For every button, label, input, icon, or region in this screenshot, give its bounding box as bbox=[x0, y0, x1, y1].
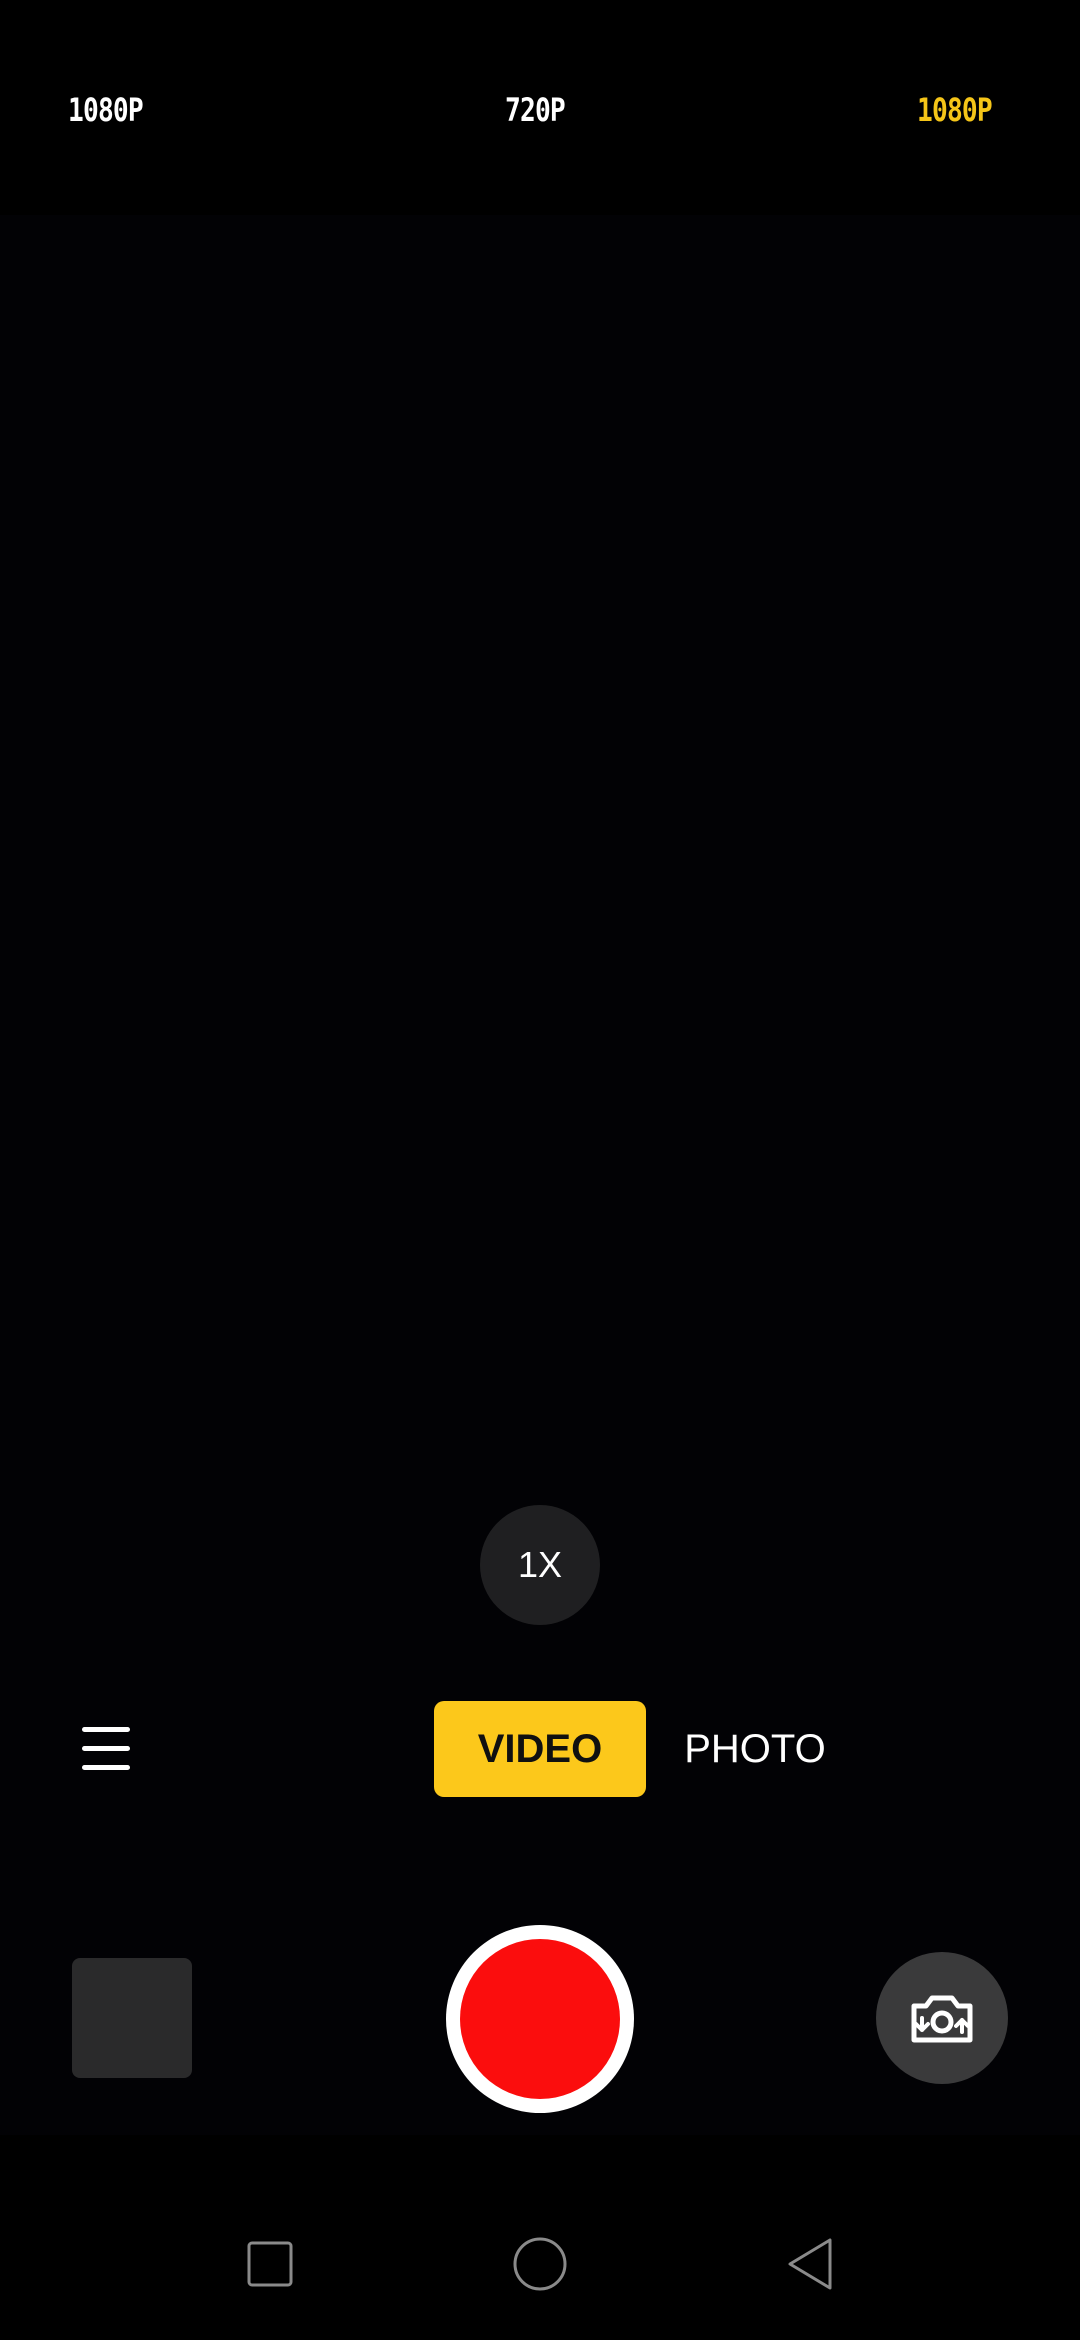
zoom-button[interactable]: 1X bbox=[480, 1505, 600, 1625]
recent-apps-button[interactable] bbox=[240, 2234, 300, 2294]
square-icon bbox=[247, 2241, 293, 2287]
camera-flip-button[interactable] bbox=[876, 1952, 1008, 2084]
camera-flip-icon bbox=[911, 1995, 973, 2043]
circle-icon bbox=[513, 2237, 567, 2291]
resolution-option-left[interactable]: 1080P bbox=[68, 88, 144, 132]
mode-video-tab[interactable]: VIDEO bbox=[434, 1701, 646, 1797]
record-button[interactable] bbox=[446, 1925, 634, 2113]
triangle-back-icon bbox=[788, 2238, 832, 2290]
camera-viewfinder[interactable] bbox=[0, 215, 1080, 2135]
back-button[interactable] bbox=[780, 2234, 840, 2294]
hamburger-menu-icon[interactable] bbox=[80, 1725, 135, 1773]
camera-screen: 1080P 720P 1080P 1X VIDEO PHOTO bbox=[0, 0, 1080, 2340]
gallery-thumbnail[interactable] bbox=[72, 1958, 192, 2078]
mode-photo-tab[interactable]: PHOTO bbox=[680, 1701, 830, 1797]
resolution-option-right-selected[interactable]: 1080P bbox=[917, 88, 993, 132]
record-button-inner bbox=[460, 1939, 620, 2099]
resolution-option-middle[interactable]: 720P bbox=[505, 88, 566, 132]
home-button[interactable] bbox=[510, 2234, 570, 2294]
resolution-bar: 1080P 720P 1080P bbox=[0, 0, 1080, 215]
